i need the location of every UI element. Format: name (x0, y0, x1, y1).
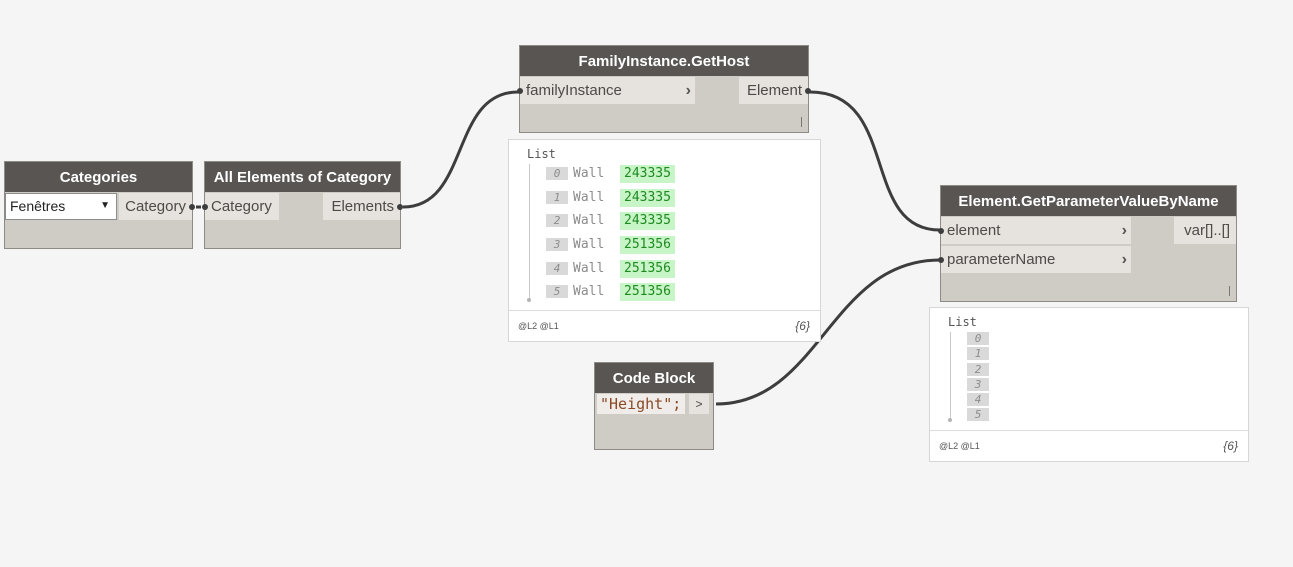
get-host-node[interactable]: FamilyInstance.GetHost familyInstance › … (517, 45, 811, 133)
chevron-right-icon: › (1121, 222, 1127, 239)
caret-down-icon: ▼ (100, 200, 110, 211)
input-port-element[interactable]: element › (938, 217, 1131, 244)
port-connector-dot[interactable] (938, 257, 944, 263)
output-port-elements[interactable]: Elements (323, 193, 403, 220)
node-title: All Elements of Category (205, 162, 400, 192)
port-label: Category (125, 198, 186, 215)
preview-footer: @L2 @L1 {6} (930, 430, 1248, 461)
preview-list-header: List (527, 147, 556, 161)
preview-bubble-get-parameter[interactable]: List 0 1 2 3 4 5 @L2 @L1 {6} (929, 307, 1249, 462)
preview-rail-end (527, 298, 531, 302)
output-port-var[interactable]: var[]..[] (1174, 217, 1236, 244)
chevron-right-icon: › (685, 82, 691, 99)
node-title: Element.GetParameterValueByName (941, 186, 1236, 216)
output-port-category[interactable]: Category (119, 193, 195, 220)
code-block-node[interactable]: Code Block "Height"; > (594, 362, 714, 450)
lacing-indicator[interactable] (1229, 286, 1230, 296)
input-port-category[interactable]: Category (202, 193, 279, 220)
preview-list-rail (950, 332, 951, 418)
output-port-code[interactable]: > (689, 394, 709, 414)
category-dropdown[interactable]: Fenêtres ▼ (5, 193, 117, 220)
preview-footer: @L2 @L1 {6} (509, 310, 820, 341)
node-title: Categories (5, 162, 192, 192)
port-connector-dot[interactable] (938, 228, 944, 234)
wire-elements-to-familyinstance[interactable] (402, 90, 519, 209)
preview-list-header: List (948, 315, 977, 329)
item-count: {6} (1223, 439, 1238, 453)
port-label: Element (746, 82, 802, 99)
input-port-familyinstance[interactable]: familyInstance › (517, 77, 695, 104)
chevron-right-icon: › (1121, 251, 1127, 268)
code-input[interactable]: "Height"; (597, 394, 685, 414)
port-label: element (947, 222, 1001, 239)
port-label: familyInstance (526, 82, 622, 99)
port-connector-dot[interactable] (517, 88, 523, 94)
port-label: parameterName (947, 251, 1056, 268)
port-connector-dot[interactable] (189, 204, 195, 210)
port-label: var[]..[] (1184, 222, 1230, 239)
list-levels[interactable]: @L2 @L1 (518, 311, 559, 341)
categories-node[interactable]: Categories Fenêtres ▼ Category (4, 161, 195, 249)
get-parameter-node[interactable]: Element.GetParameterValueByName element … (938, 185, 1237, 302)
node-title: FamilyInstance.GetHost (520, 46, 808, 76)
preview-list-rail (529, 164, 530, 298)
input-port-parametername[interactable]: parameterName › (938, 246, 1131, 273)
port-label: Elements (331, 198, 394, 215)
wire-element-to-element[interactable] (809, 90, 941, 232)
output-symbol: > (695, 397, 703, 411)
item-count: {6} (795, 319, 810, 333)
output-port-element[interactable]: Element (739, 77, 811, 104)
preview-bubble-get-host[interactable]: List 0 Wall 243335 1 Wall 243335 2 Wall … (508, 139, 821, 342)
node-title: Code Block (595, 363, 713, 393)
port-connector-dot[interactable] (397, 204, 403, 210)
port-label: Category (211, 198, 272, 215)
preview-rail-end (948, 418, 952, 422)
port-connector-dot[interactable] (202, 204, 208, 210)
list-levels[interactable]: @L2 @L1 (939, 431, 980, 461)
port-connector-dot[interactable] (805, 88, 811, 94)
lacing-indicator[interactable] (801, 117, 802, 127)
dropdown-value: Fenêtres (10, 198, 66, 214)
all-elements-node[interactable]: All Elements of Category Category Elemen… (202, 161, 403, 249)
